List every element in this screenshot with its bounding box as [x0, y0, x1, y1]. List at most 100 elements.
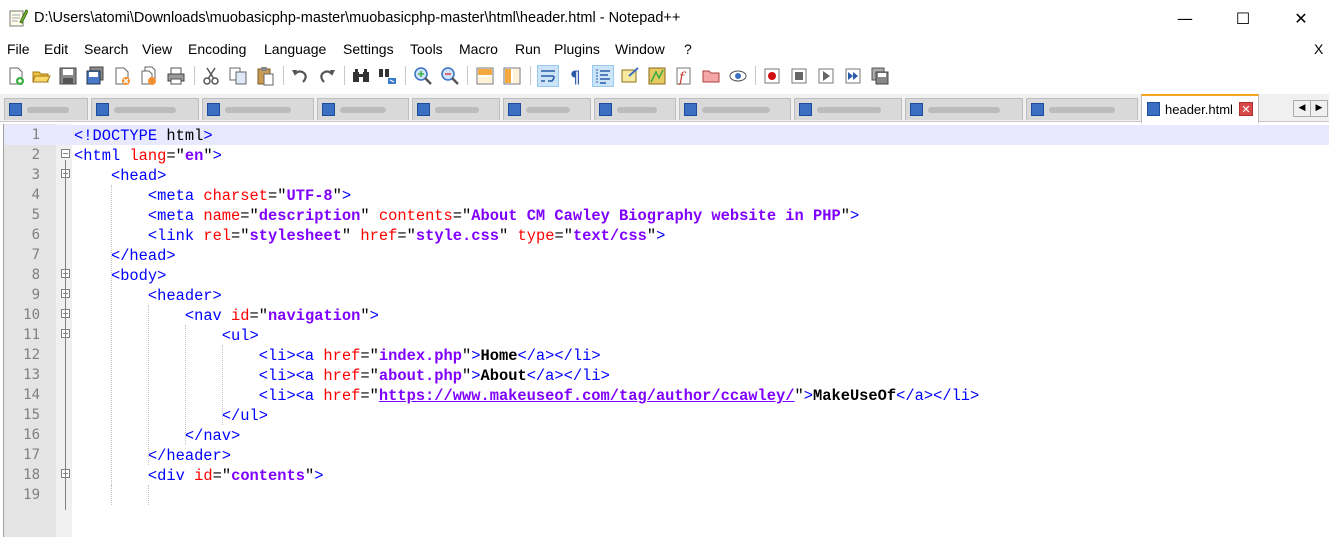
- undo-icon[interactable]: [290, 66, 310, 86]
- code-line[interactable]: 4 <meta charset="UTF-8">: [4, 185, 1329, 205]
- menu-macro[interactable]: Macro: [459, 41, 498, 57]
- menu-search[interactable]: Search: [84, 41, 128, 57]
- file-tab-icon: [1031, 103, 1044, 116]
- tab-document[interactable]: [794, 98, 902, 120]
- code-line[interactable]: 16 </nav>: [4, 425, 1329, 445]
- code-line[interactable]: 18 <div id="contents">: [4, 465, 1329, 485]
- udl-icon[interactable]: [620, 66, 640, 86]
- menu-encoding[interactable]: Encoding: [188, 41, 246, 57]
- tab-document[interactable]: [679, 98, 791, 120]
- tab-document[interactable]: [91, 98, 199, 120]
- tab-document[interactable]: [503, 98, 591, 120]
- code-line[interactable]: 11 <ul>: [4, 325, 1329, 345]
- code-line[interactable]: 8 <body>: [4, 265, 1329, 285]
- code-line[interactable]: 19: [4, 485, 1329, 505]
- tab-document[interactable]: [4, 98, 88, 120]
- code-line[interactable]: 17 </header>: [4, 445, 1329, 465]
- close-icon[interactable]: [112, 66, 132, 86]
- menu-plugins[interactable]: Plugins: [554, 41, 600, 57]
- file-tab-icon: [599, 103, 612, 116]
- code-editor[interactable]: 1 <!DOCTYPE html> 2 <html lang="en"> 3 <head…: [3, 124, 1329, 537]
- tab-scroll-left-button[interactable]: ◀: [1293, 100, 1311, 117]
- window-title: D:\Users\atomi\Downloads\muobasicphp-mas…: [34, 10, 681, 26]
- menu-file[interactable]: File: [7, 41, 30, 57]
- line-number: 3: [31, 167, 40, 183]
- monitor-icon[interactable]: [728, 66, 748, 86]
- menu-language[interactable]: Language: [264, 41, 326, 57]
- close-document-button[interactable]: X: [1314, 41, 1323, 57]
- notepad-plus-plus-icon: [9, 9, 28, 27]
- indent-guide: [111, 185, 112, 505]
- doc-map-icon[interactable]: [647, 66, 667, 86]
- tab-document[interactable]: [594, 98, 676, 120]
- code-line[interactable]: 2 <html lang="en">: [4, 145, 1329, 165]
- close-window-button[interactable]: ✕: [1272, 0, 1329, 36]
- tab-document[interactable]: [317, 98, 409, 120]
- line-number: 8: [31, 267, 40, 283]
- menu-tools[interactable]: Tools: [410, 41, 443, 57]
- paste-icon[interactable]: [255, 66, 275, 86]
- tab-header-html[interactable]: header.html ✕: [1141, 94, 1259, 123]
- word-wrap-icon[interactable]: [537, 65, 559, 87]
- line-number: 2: [31, 147, 40, 163]
- zoom-out-icon[interactable]: [440, 66, 460, 86]
- code-text: <!DOCTYPE html>: [74, 127, 213, 145]
- redo-icon[interactable]: [317, 66, 337, 86]
- sync-horizontal-icon[interactable]: [502, 66, 522, 86]
- code-line[interactable]: 15 </ul>: [4, 405, 1329, 425]
- menu-edit[interactable]: Edit: [44, 41, 68, 57]
- tab-document[interactable]: [1026, 98, 1138, 120]
- code-line[interactable]: 1 <!DOCTYPE html>: [4, 125, 1329, 145]
- copy-icon[interactable]: [228, 66, 248, 86]
- line-number: 6: [31, 227, 40, 243]
- svg-text:¶: ¶: [570, 68, 581, 86]
- file-tab-icon: [96, 103, 109, 116]
- line-number: 16: [23, 427, 40, 443]
- sync-vertical-icon[interactable]: [475, 66, 495, 86]
- play-macro-icon[interactable]: [816, 66, 836, 86]
- fold-toggle-icon[interactable]: [61, 149, 70, 158]
- code-line[interactable]: 14 <li><a href="https://www.makeuseof.co…: [4, 385, 1329, 405]
- code-line[interactable]: 7 </head>: [4, 245, 1329, 265]
- code-line[interactable]: 13 <li><a href="about.php">About</a></li…: [4, 365, 1329, 385]
- menu-window[interactable]: Window: [615, 41, 665, 57]
- save-macro-icon[interactable]: [870, 66, 890, 86]
- code-text: </nav>: [184, 427, 241, 445]
- close-all-icon[interactable]: [139, 66, 159, 86]
- code-line[interactable]: 6 <link rel="stylesheet" href="style.css…: [4, 225, 1329, 245]
- menu-settings[interactable]: Settings: [343, 41, 394, 57]
- code-line[interactable]: 10 <nav id="navigation">: [4, 305, 1329, 325]
- function-list-icon[interactable]: f: [674, 66, 694, 86]
- tab-document[interactable]: [202, 98, 314, 120]
- cut-icon[interactable]: [201, 66, 221, 86]
- close-tab-icon[interactable]: ✕: [1239, 102, 1253, 116]
- tab-document[interactable]: [905, 98, 1023, 120]
- stop-macro-icon[interactable]: [789, 66, 809, 86]
- indent-guide-icon[interactable]: [592, 65, 614, 87]
- tab-scroll-right-button[interactable]: ▶: [1310, 100, 1328, 117]
- minimize-button[interactable]: —: [1156, 0, 1214, 36]
- menu-view[interactable]: View: [142, 41, 172, 57]
- maximize-button[interactable]: ☐: [1214, 0, 1272, 36]
- open-file-icon[interactable]: [31, 66, 51, 86]
- save-all-icon[interactable]: [85, 66, 105, 86]
- zoom-in-icon[interactable]: [413, 66, 433, 86]
- code-line[interactable]: 9 <header>: [4, 285, 1329, 305]
- new-file-icon[interactable]: [6, 66, 26, 86]
- record-macro-icon[interactable]: [762, 66, 782, 86]
- run-macro-multiple-icon[interactable]: [843, 66, 863, 86]
- menu-run[interactable]: Run: [515, 41, 541, 57]
- replace-icon[interactable]: [378, 66, 398, 86]
- find-icon[interactable]: [351, 66, 371, 86]
- tab-document[interactable]: [412, 98, 500, 120]
- folder-workspace-icon[interactable]: [701, 66, 721, 86]
- save-icon[interactable]: [58, 66, 78, 86]
- code-line[interactable]: 12 <li><a href="index.php">Home</a></li>: [4, 345, 1329, 365]
- menu-help[interactable]: ?: [684, 41, 692, 57]
- print-icon[interactable]: [166, 66, 186, 86]
- fold-line: [65, 160, 66, 510]
- show-all-chars-icon[interactable]: ¶: [565, 66, 585, 86]
- code-line[interactable]: 3 <head>: [4, 165, 1329, 185]
- code-text: <li><a href="index.php">Home</a></li>: [258, 347, 601, 365]
- code-line[interactable]: 5 <meta name="description" contents="Abo…: [4, 205, 1329, 225]
